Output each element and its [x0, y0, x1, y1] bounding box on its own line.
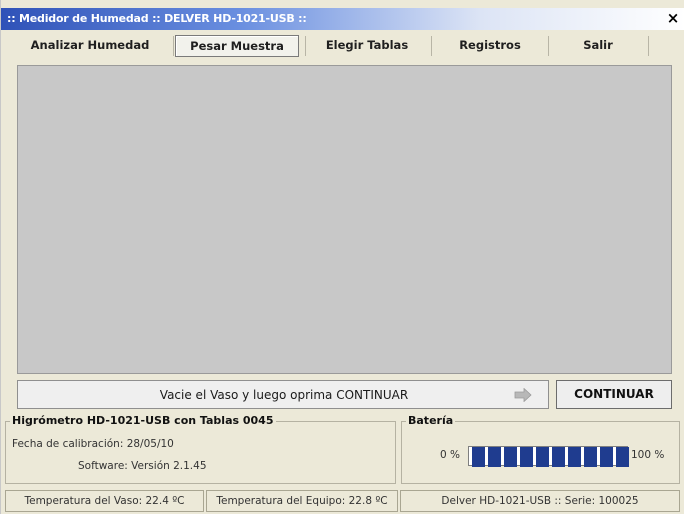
- battery-segment: [616, 447, 629, 467]
- menu-bar: Analizar Humedad Pesar Muestra Elegir Ta…: [7, 33, 682, 58]
- battery-segment: [600, 447, 613, 467]
- menu-separator: [305, 36, 306, 56]
- battery-min-label: 0 %: [440, 449, 460, 461]
- menu-item-salir[interactable]: Salir: [550, 33, 646, 58]
- menu-item-elegir-tablas[interactable]: Elegir Tablas: [307, 33, 427, 58]
- close-icon[interactable]: ×: [665, 10, 681, 26]
- status-vessel-temperature: Temperatura del Vaso: 22.4 ºC: [5, 490, 204, 512]
- status-serial-number: Delver HD-1021-USB :: Serie: 100025: [400, 490, 680, 512]
- continue-button[interactable]: CONTINUAR: [556, 380, 672, 409]
- device-info-group: Higrómetro HD-1021-USB con Tablas 0045 F…: [5, 414, 396, 484]
- menu-separator: [648, 36, 649, 56]
- battery-segment: [536, 447, 549, 467]
- status-device-temperature: Temperatura del Equipo: 22.8 ºC: [206, 490, 398, 512]
- battery-max-label: 100 %: [631, 449, 665, 461]
- device-group-title: Higrómetro HD-1021-USB con Tablas 0045: [10, 414, 276, 427]
- window-title: :: Medidor de Humedad :: DELVER HD-1021-…: [7, 12, 307, 25]
- main-display-panel: [17, 65, 672, 374]
- battery-segment: [488, 447, 501, 467]
- instruction-text: Vacie el Vaso y luego oprima CONTINUAR: [159, 388, 409, 402]
- battery-level-bar: [468, 446, 629, 467]
- menu-item-analizar-humedad[interactable]: Analizar Humedad: [15, 33, 165, 58]
- menu-separator: [548, 36, 549, 56]
- calibration-date: Fecha de calibración: 28/05/10: [12, 438, 174, 450]
- title-bar[interactable]: :: Medidor de Humedad :: DELVER HD-1021-…: [1, 8, 684, 30]
- instruction-bar: Vacie el Vaso y luego oprima CONTINUAR: [17, 380, 549, 409]
- app-window: :: Medidor de Humedad :: DELVER HD-1021-…: [0, 0, 684, 514]
- menu-separator: [173, 36, 174, 56]
- right-arrow-icon: [514, 388, 532, 402]
- software-version: Software: Versión 2.1.45: [78, 460, 207, 472]
- menu-item-pesar-muestra[interactable]: Pesar Muestra: [175, 35, 299, 57]
- battery-segment: [504, 447, 517, 467]
- battery-segment: [568, 447, 581, 467]
- battery-segment: [472, 447, 485, 467]
- menu-separator: [431, 36, 432, 56]
- battery-segment: [584, 447, 597, 467]
- battery-segment: [520, 447, 533, 467]
- menu-item-registros[interactable]: Registros: [433, 33, 547, 58]
- battery-group-title: Batería: [406, 414, 456, 427]
- battery-segment: [552, 447, 565, 467]
